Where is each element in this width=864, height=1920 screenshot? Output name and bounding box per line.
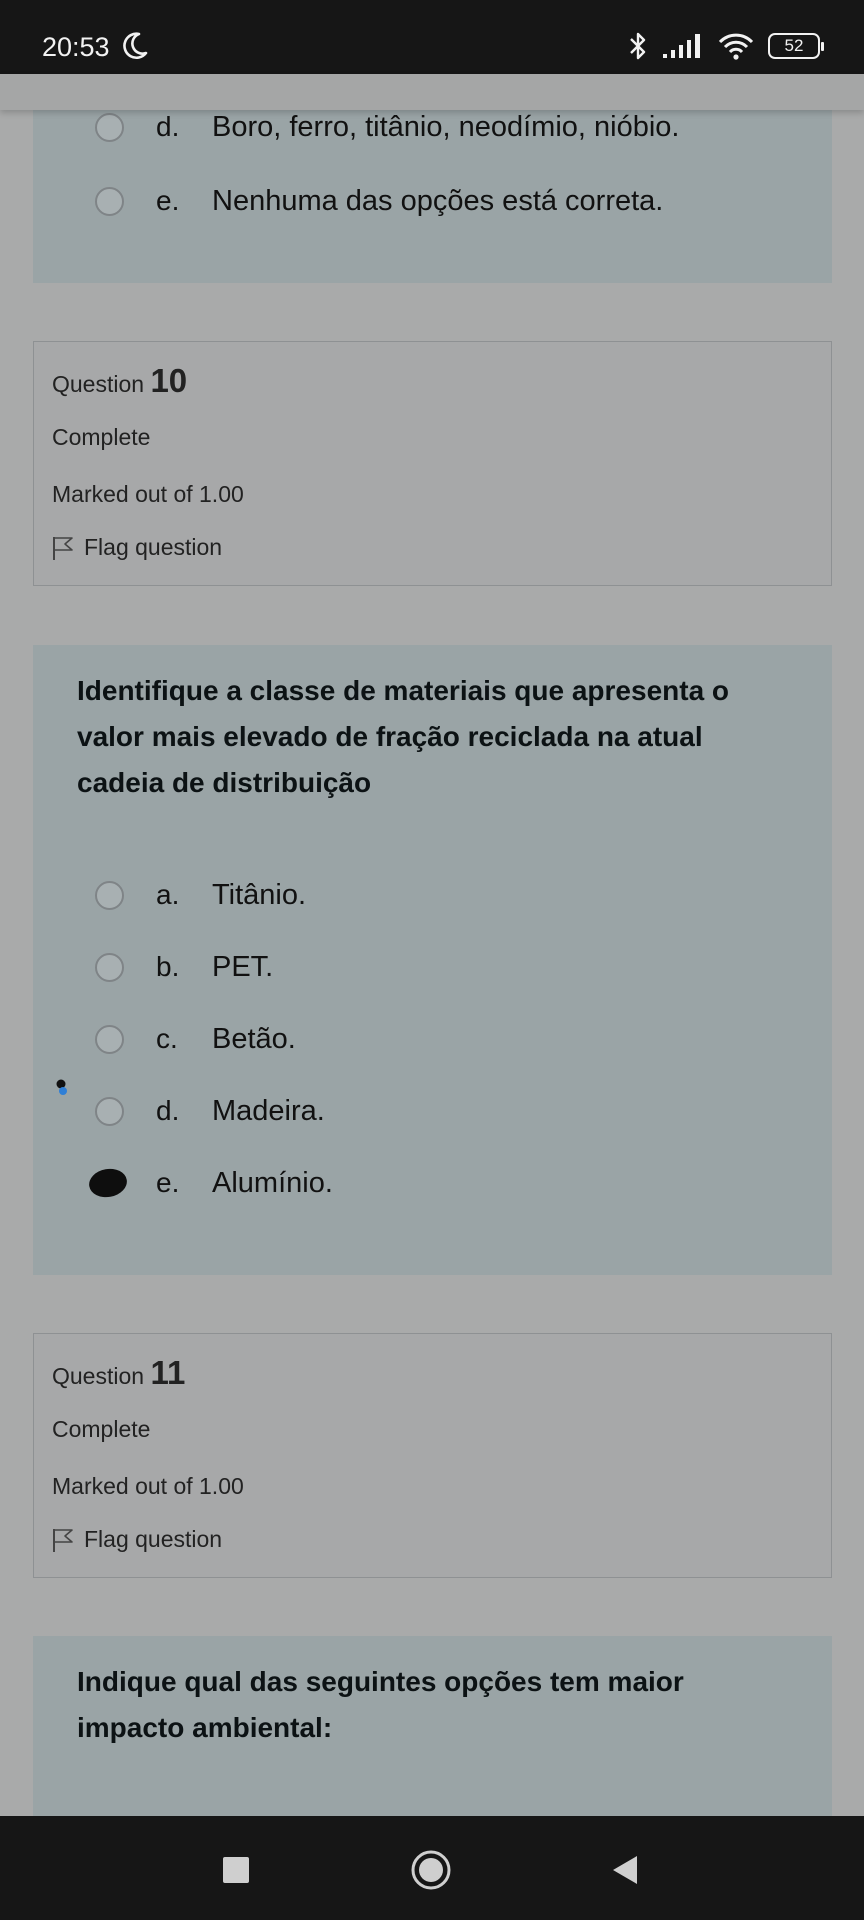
option-letter: e. xyxy=(156,185,180,216)
option-d[interactable]: d. Madeira. xyxy=(95,1091,325,1131)
question-label: Question xyxy=(52,1363,145,1389)
option-b[interactable]: b. PET. xyxy=(95,947,273,987)
option-letter: d. xyxy=(156,111,180,142)
status-icons: 52 xyxy=(628,30,824,62)
focus-dot xyxy=(56,1079,67,1095)
question-10-text-panel: Identifique a classe de materiais que ap… xyxy=(33,645,832,1275)
option-letter: b. xyxy=(156,951,180,982)
moon-icon xyxy=(123,32,148,60)
question-state: Complete xyxy=(52,424,151,450)
radio-button[interactable] xyxy=(95,1096,124,1126)
option-letter: c. xyxy=(156,1023,178,1054)
option-c[interactable]: c. Betão. xyxy=(95,1019,296,1059)
flag-question-label: Flag question xyxy=(84,1526,223,1552)
signal-icon xyxy=(663,34,700,58)
question-11-text-panel: Indique qual das seguintes opções tem ma… xyxy=(33,1636,832,1816)
question-grade: Marked out of 1.00 xyxy=(52,481,244,507)
option-letter: a. xyxy=(156,879,180,910)
question-title: Question 10 xyxy=(52,362,187,400)
radio-selected-icon[interactable] xyxy=(87,1167,129,1199)
option-label: Alumínio. xyxy=(212,1166,333,1199)
question-grade: Marked out of 1.00 xyxy=(52,1473,244,1499)
question-prompt: Identifique a classe de materiais que ap… xyxy=(77,675,730,798)
radio-button[interactable] xyxy=(95,952,124,982)
question-10-info: Question 10 Complete Marked out of 1.00 … xyxy=(33,341,832,586)
back-triangle-icon xyxy=(613,1856,637,1884)
home-button[interactable] xyxy=(407,1846,455,1894)
status-bar: 20:53 52 xyxy=(0,0,864,74)
page-header xyxy=(0,74,864,110)
radio-button[interactable] xyxy=(95,112,124,142)
recent-apps-button[interactable] xyxy=(212,1846,260,1894)
flag-question-button[interactable]: Flag question xyxy=(52,1526,222,1553)
question-state: Complete xyxy=(52,1416,151,1442)
radio-button[interactable] xyxy=(95,880,124,910)
radio-button[interactable] xyxy=(95,1024,124,1054)
option-d[interactable]: d. Boro, ferro, titânio, neodímio, nióbi… xyxy=(95,107,679,147)
back-button[interactable] xyxy=(601,1846,649,1894)
option-letter: d. xyxy=(156,1095,180,1126)
option-label: Nenhuma das opções está correta. xyxy=(212,184,664,217)
navigation-bar xyxy=(0,1816,864,1920)
bluetooth-icon xyxy=(630,32,646,60)
quiz-content: d. Boro, ferro, titânio, neodímio, nióbi… xyxy=(0,74,864,1816)
status-time: 20:53 xyxy=(42,32,110,62)
battery-icon: 52 xyxy=(768,33,824,59)
option-label: Titânio. xyxy=(212,878,307,911)
question-prompt: Indique qual das seguintes opções tem ma… xyxy=(77,1666,684,1743)
wifi-icon xyxy=(718,33,754,60)
question-number: 10 xyxy=(150,362,188,399)
square-icon xyxy=(223,1857,249,1883)
flag-icon xyxy=(53,1528,73,1552)
question-number: 11 xyxy=(150,1354,186,1391)
question-label: Question xyxy=(52,371,145,397)
home-circle-icon xyxy=(411,1850,451,1890)
radio-button[interactable] xyxy=(95,186,124,216)
option-e[interactable]: e. Nenhuma das opções está correta. xyxy=(95,181,663,221)
question-title: Question 11 xyxy=(52,1354,185,1392)
option-label: Boro, ferro, titânio, neodímio, nióbio. xyxy=(212,110,680,143)
option-label: PET. xyxy=(212,950,274,983)
option-label: Madeira. xyxy=(212,1094,325,1127)
question-11-info: Question 11 Complete Marked out of 1.00 … xyxy=(33,1333,832,1578)
flag-question-label: Flag question xyxy=(84,534,223,560)
option-a[interactable]: a. Titânio. xyxy=(95,875,306,915)
option-letter: e. xyxy=(156,1167,180,1198)
flag-icon xyxy=(53,536,73,560)
option-label: Betão. xyxy=(212,1022,296,1055)
flag-question-button[interactable]: Flag question xyxy=(52,534,222,561)
